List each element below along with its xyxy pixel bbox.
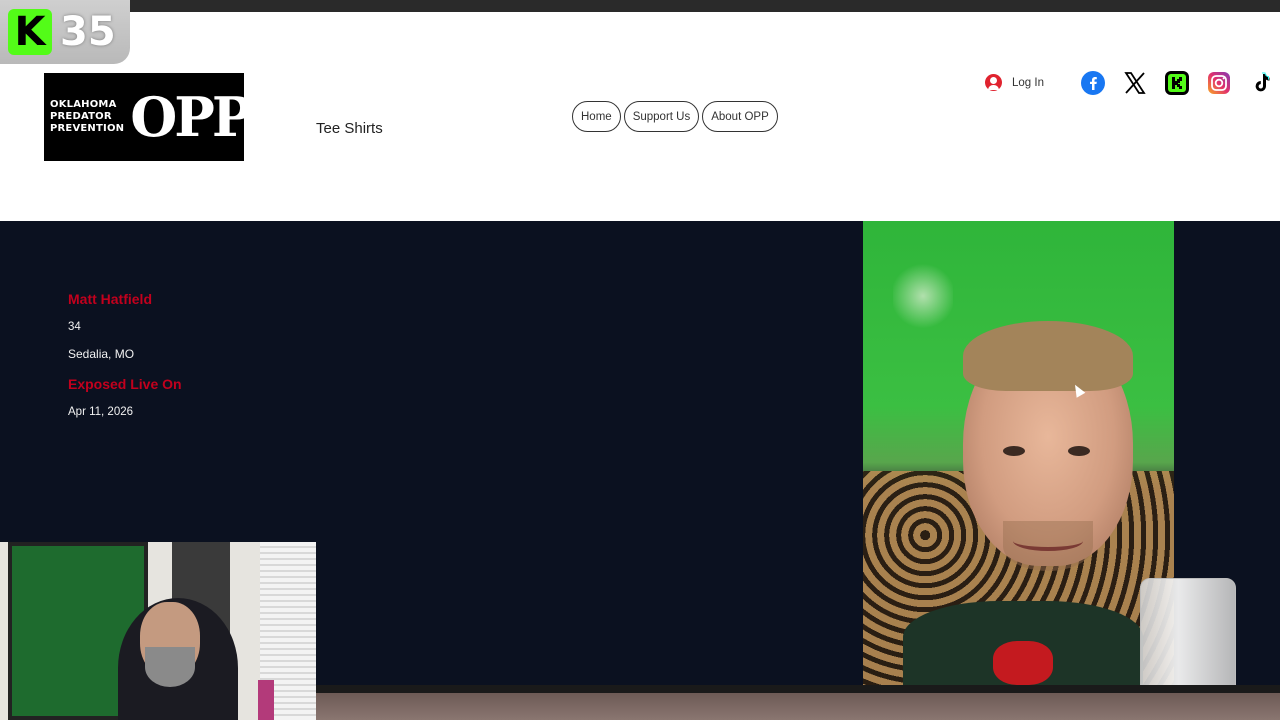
nav-about-opp-button[interactable]: About OPP: [702, 101, 778, 132]
browser-top-strip: [0, 0, 1280, 12]
nav-support-us-button[interactable]: Support Us: [623, 101, 700, 132]
photo-mouth: [1013, 531, 1083, 551]
kick-viewer-badge: K 35: [0, 0, 130, 64]
bottom-strip: [316, 685, 1280, 720]
login-button[interactable]: Log In: [985, 74, 1044, 91]
photo-shirt-detail: [993, 641, 1053, 685]
photo-eye: [1003, 446, 1025, 456]
logo-line: Oklahoma: [50, 99, 117, 110]
x-icon[interactable]: [1122, 70, 1148, 96]
exposed-label: Exposed Live On: [68, 376, 182, 392]
photo-wall: [893, 261, 953, 331]
tee-shirts-link[interactable]: Tee Shirts: [316, 120, 383, 137]
tiktok-icon[interactable]: [1248, 70, 1274, 96]
photo-hair: [963, 321, 1133, 391]
user-avatar-icon: [985, 74, 1002, 91]
main-nav: Home Support Us About OPP: [572, 101, 778, 132]
profile-photo: [863, 221, 1174, 685]
logo-text: Oklahoma Predator Prevention: [50, 99, 124, 135]
profile-age: 34: [68, 321, 81, 333]
streamer-webcam: [0, 542, 316, 720]
webcam-can: [258, 680, 274, 720]
opp-logo[interactable]: Oklahoma Predator Prevention OPP: [44, 73, 252, 161]
viewer-count: 35: [60, 9, 116, 55]
instagram-icon[interactable]: [1206, 70, 1232, 96]
social-links: [1080, 70, 1274, 96]
kick-logo-icon: K: [8, 9, 52, 55]
nav-home-button[interactable]: Home: [572, 101, 621, 132]
kick-icon[interactable]: [1164, 70, 1190, 96]
photo-eye: [1068, 446, 1090, 456]
webcam-beard: [145, 647, 195, 687]
profile-name: Matt Hatfield: [68, 291, 152, 307]
logo-line: Prevention: [50, 123, 125, 134]
logo-line: Predator: [50, 111, 112, 122]
profile-location: Sedalia, MO: [68, 347, 135, 361]
exposed-date: Apr 11, 2026: [68, 406, 134, 418]
site-header: Oklahoma Predator Prevention OPP Tee Shi…: [0, 12, 1280, 221]
login-label: Log In: [1012, 76, 1044, 89]
logo-mark: OPP: [130, 85, 252, 149]
facebook-icon[interactable]: [1080, 70, 1106, 96]
